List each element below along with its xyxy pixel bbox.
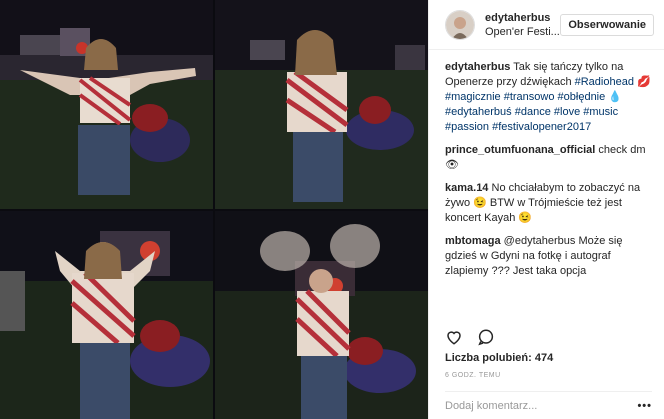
photo-tile-2 (215, 0, 428, 209)
comment-item: kama.14 No chciałabym to zobaczyć na żyw… (445, 181, 652, 226)
post-author-block: edytaherbus Open'er Festi... (485, 12, 560, 38)
location-link[interactable]: Open'er Festi... (485, 26, 563, 38)
hashtag-link[interactable]: #edytaherbuś (445, 106, 512, 118)
hashtag-link[interactable]: #Radiohead (575, 76, 634, 88)
comment-item: prince_otumfuonana_official check dm👁 (445, 143, 652, 173)
username-link[interactable]: edytaherbus (485, 12, 560, 24)
post-sidebar: edytaherbus Open'er Festi... Obserwowani… (428, 0, 664, 419)
photo-tile-1 (0, 0, 213, 209)
follow-button[interactable]: Obserwowanie (560, 13, 654, 36)
heart-icon[interactable] (445, 328, 463, 349)
instagram-post: edytaherbus Open'er Festi... Obserwowani… (0, 0, 664, 419)
comment-username[interactable]: mbtomaga (445, 235, 501, 247)
caption: edytaherbus Tak się tańczy tylko na Open… (445, 60, 652, 135)
photo-tile-3 (0, 211, 213, 419)
caption-text-part: 💋 (633, 76, 651, 88)
post-timestamp: 6 GODZ. TEMU (445, 372, 501, 379)
post-photo-collage[interactable] (0, 0, 428, 419)
comment-list: prince_otumfuonana_official check dm👁 kam… (445, 143, 652, 279)
caption-username[interactable]: edytaherbus (445, 61, 510, 73)
comment-username[interactable]: prince_otumfuonana_official (445, 144, 595, 156)
post-header: edytaherbus Open'er Festi... Obserwowani… (429, 0, 664, 50)
hashtag-link[interactable]: #dance (515, 106, 551, 118)
comment-item: mbtomaga @edytaherbus Może się gdzieś w … (445, 234, 652, 279)
add-comment-row: Dodaj komentarz... ••• (445, 391, 652, 412)
hashtag-link[interactable]: #festivalopener2017 (492, 121, 591, 133)
hashtag-link[interactable]: #transowo (504, 91, 555, 103)
photo-tile-4 (215, 211, 428, 419)
avatar[interactable] (445, 9, 475, 40)
comment-icon[interactable] (477, 328, 495, 349)
add-comment-input[interactable]: Dodaj komentarz... (445, 400, 637, 412)
hashtag-link[interactable]: #passion (445, 121, 489, 133)
comment-username[interactable]: kama.14 (445, 182, 488, 194)
post-actions (445, 328, 495, 349)
more-icon[interactable]: ••• (637, 400, 652, 412)
caption-text-part: 💧 (605, 91, 623, 103)
hashtag-link[interactable]: #music (583, 106, 618, 118)
hashtag-link[interactable]: #magicznie (445, 91, 501, 103)
hashtag-link[interactable]: #love (554, 106, 580, 118)
likes-count[interactable]: Liczba polubień: 474 (445, 352, 553, 364)
comments-section: edytaherbus Tak się tańczy tylko na Open… (429, 50, 664, 279)
hashtag-link[interactable]: #obłędnie (558, 91, 606, 103)
